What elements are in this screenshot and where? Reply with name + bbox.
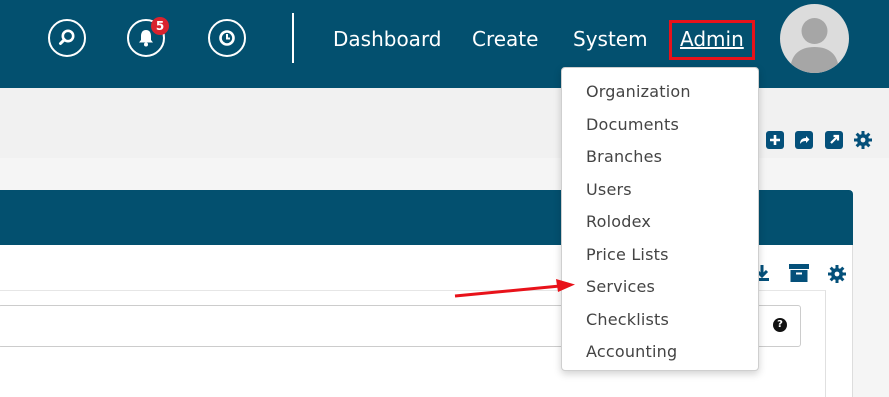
admin-dropdown-menu: Organization Documents Branches Users Ro… — [561, 67, 759, 371]
search-icon — [59, 29, 75, 45]
history-button[interactable] — [208, 19, 246, 57]
menu-item-price-lists[interactable]: Price Lists — [562, 239, 758, 272]
menu-item-rolodex[interactable]: Rolodex — [562, 206, 758, 239]
notification-count-badge: 5 — [151, 17, 169, 35]
nav-dashboard[interactable]: Dashboard — [333, 26, 442, 52]
search-button[interactable] — [48, 19, 86, 57]
nav-divider — [292, 13, 294, 63]
gear-icon[interactable] — [854, 131, 872, 149]
clock-icon — [219, 30, 235, 46]
menu-item-accounting[interactable]: Accounting — [562, 336, 758, 369]
nav-system[interactable]: System — [573, 26, 648, 52]
menu-item-checklists[interactable]: Checklists — [562, 304, 758, 337]
nav-create[interactable]: Create — [472, 26, 538, 52]
menu-item-documents[interactable]: Documents — [562, 109, 758, 142]
menu-item-users[interactable]: Users — [562, 174, 758, 207]
user-avatar-icon — [790, 18, 839, 73]
question-circle-icon[interactable]: ? — [773, 318, 787, 332]
notifications-button[interactable]: 5 — [127, 17, 169, 57]
menu-item-organization[interactable]: Organization — [562, 76, 758, 109]
menu-item-services[interactable]: Services — [562, 271, 758, 304]
plus-square-icon[interactable] — [766, 131, 784, 149]
nav-admin[interactable]: Admin — [680, 26, 744, 52]
panel-gear-icon[interactable] — [828, 265, 846, 283]
panel-border — [852, 245, 853, 397]
archive-icon[interactable] — [789, 264, 809, 282]
external-link-icon[interactable] — [825, 131, 843, 149]
menu-item-branches[interactable]: Branches — [562, 141, 758, 174]
share-square-icon[interactable] — [795, 131, 813, 149]
user-avatar[interactable] — [780, 4, 849, 73]
